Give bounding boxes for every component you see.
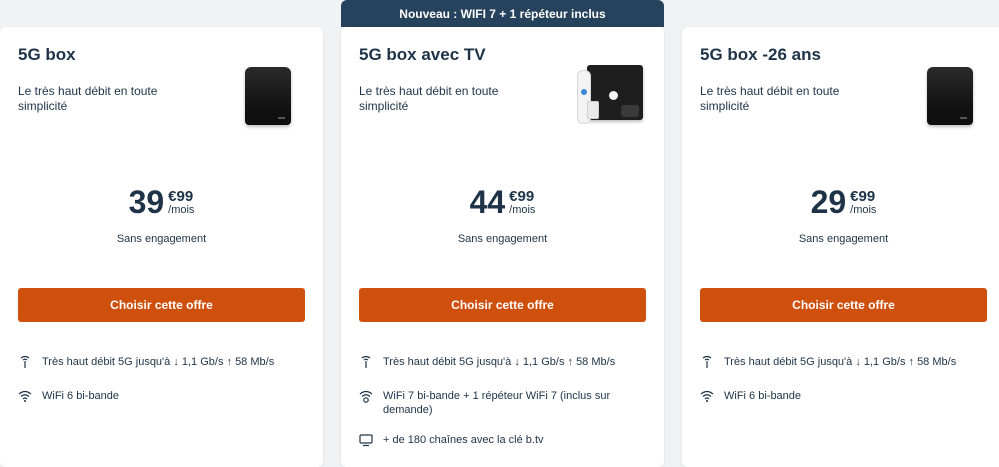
price-period: /mois: [168, 204, 195, 216]
5g-box-product-image: [245, 67, 291, 125]
offer-price: 29 €99 /mois: [682, 184, 999, 220]
offer-title: 5G box -26 ans: [700, 45, 821, 64]
feature-item: Très haut débit 5G jusqu'à ↓ 1,1 Gb/s ↑ …: [700, 355, 990, 369]
new-offer-ribbon: Nouveau : WIFI 7 + 1 répéteur inclus: [341, 0, 664, 27]
price-cents: €99: [168, 188, 194, 205]
price-integer: 44: [469, 184, 506, 220]
feature-list: Très haut débit 5G jusqu'à ↓ 1,1 Gb/s ↑ …: [700, 355, 990, 423]
price-cents: €99: [509, 188, 535, 205]
feature-list: Très haut débit 5G jusqu'à ↓ 1,1 Gb/s ↑ …: [18, 355, 308, 423]
engagement-label: Sans engagement: [457, 233, 548, 245]
feature-item: WiFi 7 bi-bande + 1 répéteur WiFi 7 (inc…: [359, 389, 649, 417]
price-integer: 39: [128, 184, 165, 220]
tv-icon: [359, 433, 379, 447]
wifi-icon: [700, 389, 720, 403]
wifi-icon: [18, 389, 38, 403]
feature-text: WiFi 6 bi-bande: [42, 390, 120, 402]
offer-card-5g-box-tv: 5G box avec TV Le très haut débit en tou…: [341, 27, 664, 467]
feature-text: Très haut débit 5G jusqu'à ↓ 1,1 Gb/s ↑ …: [42, 356, 275, 368]
offer-price: 39 €99 /mois: [0, 184, 323, 220]
feature-item: + de 180 chaînes avec la clé b.tv: [359, 433, 649, 447]
choose-offer-button[interactable]: Choisir cette offre: [359, 288, 646, 322]
feature-text: WiFi 7 bi-bande + 1 répéteur WiFi 7 (inc…: [383, 390, 611, 416]
antenna-icon: [359, 355, 379, 369]
offer-subtitle: Le très haut débit en toute simplicité: [359, 84, 499, 113]
offer-card-5g-box-under-26: 5G box -26 ans Le très haut débit en tou…: [682, 27, 999, 467]
5g-box-product-image: [927, 67, 973, 125]
price-cents: €99: [850, 188, 876, 205]
feature-text: Très haut débit 5G jusqu'à ↓ 1,1 Gb/s ↑ …: [724, 356, 957, 368]
offer-card-5g-box: 5G box Le très haut débit en toute simpl…: [0, 27, 323, 467]
feature-item: WiFi 6 bi-bande: [700, 389, 990, 403]
offer-title: 5G box: [18, 45, 76, 64]
offer-title: 5G box avec TV: [359, 45, 486, 64]
feature-text: WiFi 6 bi-bande: [724, 390, 802, 402]
feature-text: Très haut débit 5G jusqu'à ↓ 1,1 Gb/s ↑ …: [383, 356, 616, 368]
antenna-icon: [700, 355, 720, 369]
tv-box-product-image: [577, 65, 643, 124]
offer-price: 44 €99 /mois: [341, 184, 664, 220]
wifi-repeater-icon: [359, 389, 379, 403]
price-period: /mois: [509, 204, 536, 216]
feature-item: Très haut débit 5G jusqu'à ↓ 1,1 Gb/s ↑ …: [18, 355, 308, 369]
offer-subtitle: Le très haut débit en toute simplicité: [18, 84, 158, 113]
price-integer: 29: [810, 184, 847, 220]
engagement-label: Sans engagement: [116, 233, 207, 245]
feature-list: Très haut débit 5G jusqu'à ↓ 1,1 Gb/s ↑ …: [359, 355, 649, 467]
choose-offer-button[interactable]: Choisir cette offre: [700, 288, 987, 322]
feature-item: WiFi 6 bi-bande: [18, 389, 308, 403]
feature-text: + de 180 chaînes avec la clé b.tv: [383, 434, 544, 446]
antenna-icon: [18, 355, 38, 369]
price-period: /mois: [850, 204, 877, 216]
offer-subtitle: Le très haut débit en toute simplicité: [700, 84, 840, 113]
choose-offer-button[interactable]: Choisir cette offre: [18, 288, 305, 322]
feature-item: Très haut débit 5G jusqu'à ↓ 1,1 Gb/s ↑ …: [359, 355, 649, 369]
engagement-label: Sans engagement: [798, 233, 889, 245]
